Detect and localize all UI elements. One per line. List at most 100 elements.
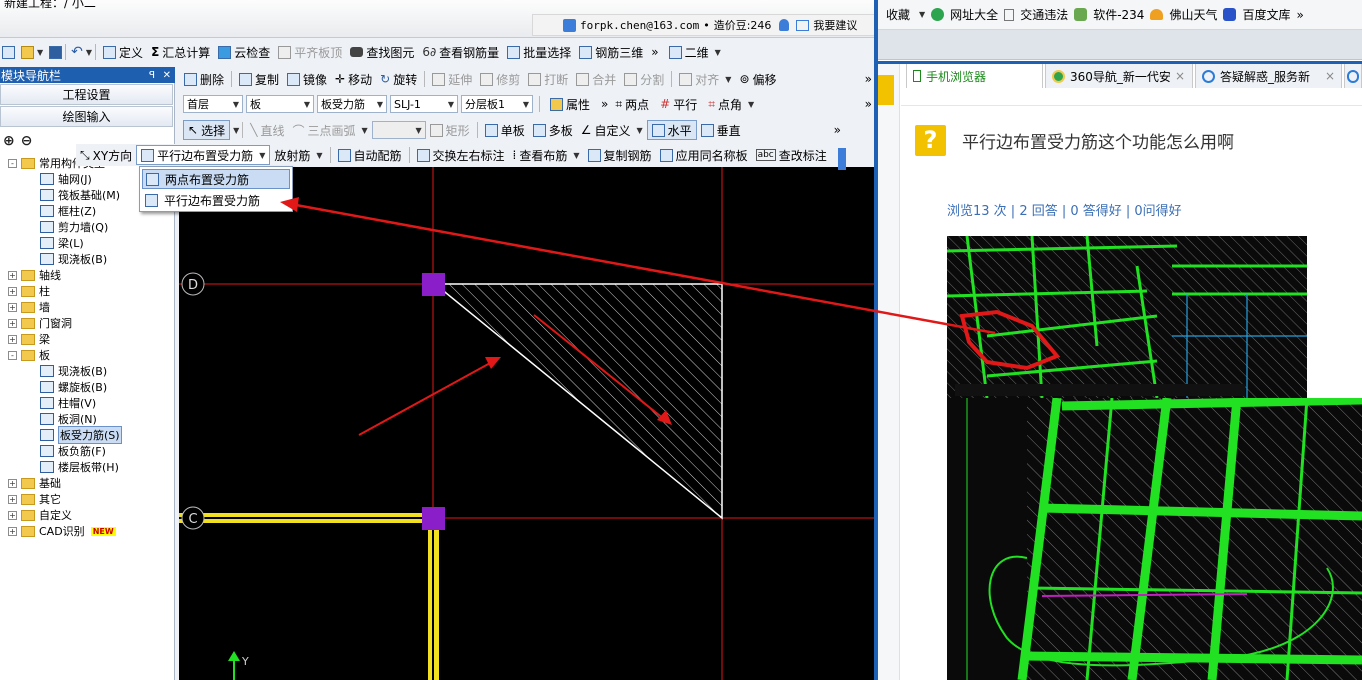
expand-icon[interactable]: + bbox=[8, 318, 17, 328]
new-file-icon[interactable] bbox=[2, 45, 15, 59]
tree-folder[interactable]: -板 bbox=[8, 347, 50, 363]
align-button[interactable]: 对齐 ▼ bbox=[675, 69, 735, 89]
arc-option-select[interactable]: ▼ bbox=[371, 121, 426, 139]
copy-rebar-button[interactable]: 复制钢筋 bbox=[584, 145, 656, 165]
single-slab-button[interactable]: 单板 bbox=[481, 120, 529, 140]
horizontal-button[interactable]: 水平 bbox=[646, 120, 697, 140]
question-stats[interactable]: 浏览13 次 | 2 回答 | 0 答得好 | 0问得好 bbox=[947, 200, 1182, 219]
tree-folder[interactable]: + 其它 bbox=[8, 491, 61, 507]
offset-button[interactable]: ⊚ 偏移 bbox=[735, 69, 780, 89]
tree-item[interactable]: 现浇板(B) bbox=[40, 251, 107, 267]
type-select[interactable]: 板受力筋 ▼ bbox=[317, 95, 387, 113]
line-button[interactable]: ╲ 直线 bbox=[246, 120, 288, 140]
collapse-icon[interactable]: - bbox=[8, 350, 17, 360]
view-mode-select[interactable]: 二维 ▼ bbox=[665, 42, 725, 62]
hatched-slab-region[interactable] bbox=[432, 283, 723, 520]
tab-partial[interactable] bbox=[1344, 63, 1362, 88]
expand-icon[interactable]: + bbox=[8, 270, 17, 280]
delete-button[interactable]: 删除 bbox=[180, 69, 228, 89]
swap-label-button[interactable]: 交换左右标注 bbox=[413, 145, 509, 165]
close-icon[interactable]: ✕ bbox=[163, 70, 171, 81]
tree-item[interactable]: 螺旋板(B) bbox=[40, 379, 107, 395]
favorites-caret-icon[interactable]: ▼ bbox=[919, 10, 925, 19]
view-rebar-layout-button[interactable]: ⁞ 查看布筋 ▼ bbox=[509, 145, 584, 165]
canvas-scrollbar-stub[interactable] bbox=[838, 148, 846, 170]
bookmark-5[interactable]: 百度文库 bbox=[1242, 6, 1290, 23]
bookmark-3[interactable]: 软件-234 bbox=[1093, 6, 1144, 23]
auto-rebar-button[interactable]: 自动配筋 bbox=[334, 145, 406, 165]
parallel-button[interactable]: # 平行 bbox=[656, 94, 701, 114]
rect-button[interactable]: 矩形 bbox=[426, 120, 474, 140]
modify-label-button[interactable]: abc 查改标注 bbox=[752, 145, 831, 165]
collapse-all-icon[interactable]: ⊖ bbox=[21, 133, 33, 149]
layer-select[interactable]: SLJ-1 ▼ bbox=[390, 95, 458, 113]
expand-icon[interactable]: + bbox=[8, 478, 17, 488]
sublayer-select[interactable]: 分层板1 ▼ bbox=[461, 95, 533, 113]
more-chevron-icon[interactable]: » bbox=[1296, 8, 1303, 22]
more-chevron-icon[interactable]: » bbox=[651, 45, 658, 59]
tree-item[interactable]: 板受力筋(S) bbox=[40, 426, 122, 444]
tree-item[interactable]: 现浇板(B) bbox=[40, 363, 107, 379]
tree-folder[interactable]: + 墙 bbox=[8, 299, 50, 315]
tree-folder[interactable]: + 柱 bbox=[8, 283, 50, 299]
tree-item[interactable]: 梁(L) bbox=[40, 235, 84, 251]
undo-icon[interactable]: ↶ bbox=[71, 44, 83, 60]
more-chevron-icon[interactable]: » bbox=[865, 97, 872, 111]
custom-button[interactable]: ∠ 自定义 ▼ bbox=[577, 120, 647, 140]
category-select[interactable]: 板 ▼ bbox=[246, 95, 314, 113]
rebar-3d-button[interactable]: 钢筋三维 bbox=[575, 42, 647, 62]
tab-answers[interactable]: 答疑解惑_服务新 × bbox=[1195, 63, 1342, 88]
cloud-check-button[interactable]: 云检查 bbox=[214, 42, 274, 62]
expand-icon[interactable]: + bbox=[8, 494, 17, 504]
vertical-button[interactable]: 垂直 bbox=[697, 120, 745, 140]
undo-caret-icon[interactable]: ▼ bbox=[86, 48, 92, 57]
view-rebar-qty-button[interactable]: 6∂ 查看钢筋量 bbox=[418, 42, 503, 62]
bookmark-4[interactable]: 佛山天气 bbox=[1169, 6, 1217, 23]
suggest-link[interactable]: 我要建议 bbox=[813, 17, 857, 33]
find-element-button[interactable]: 查找图元 bbox=[346, 42, 418, 62]
arc-button[interactable]: ⌒ 三点画弧 ▼ bbox=[288, 120, 371, 140]
open-caret-icon[interactable]: ▼ bbox=[37, 48, 43, 57]
copy-button[interactable]: 复制 bbox=[235, 69, 283, 89]
tree-item[interactable]: 板洞(N) bbox=[40, 411, 97, 427]
more-chevron-icon[interactable]: » bbox=[601, 97, 608, 111]
point-angle-button[interactable]: ⌗ 点角 ▼ bbox=[704, 94, 758, 114]
bookmark-2[interactable]: 交通违法 bbox=[1020, 6, 1068, 23]
tree-item[interactable]: 框柱(Z) bbox=[40, 203, 96, 219]
screenshot-image-top[interactable] bbox=[947, 236, 1307, 398]
menu-item-parallel-edge-rebar[interactable]: 平行边布置受力筋 bbox=[142, 190, 290, 210]
two-point-button[interactable]: ⌗ 两点 bbox=[611, 94, 653, 114]
menu-item-two-point-rebar[interactable]: 两点布置受力筋 bbox=[142, 169, 290, 189]
trim-button[interactable]: 修剪 bbox=[476, 69, 524, 89]
expand-icon[interactable]: + bbox=[8, 510, 17, 520]
bell-icon[interactable] bbox=[779, 19, 790, 31]
properties-button[interactable]: 属性 bbox=[546, 94, 594, 114]
bookmark-1[interactable]: 网址大全 bbox=[950, 6, 998, 23]
tree-item[interactable]: 筏板基础(M) bbox=[40, 187, 120, 203]
tab-360-nav[interactable]: 360导航_新一代安 × bbox=[1045, 63, 1193, 88]
apply-same-name-button[interactable]: 应用同名称板 bbox=[656, 145, 752, 165]
drawing-input-button[interactable]: 绘图输入 bbox=[0, 106, 173, 127]
collapse-icon[interactable]: - bbox=[8, 158, 17, 168]
more-chevron-icon[interactable]: » bbox=[865, 72, 872, 86]
save-icon[interactable] bbox=[49, 45, 63, 59]
split-button[interactable]: 分割 bbox=[620, 69, 668, 89]
tree-item[interactable]: 楼层板带(H) bbox=[40, 459, 119, 475]
more-chevron-icon[interactable]: » bbox=[834, 123, 841, 137]
tree-item[interactable]: 轴网(J) bbox=[40, 171, 92, 187]
mirror-button[interactable]: 镜像 bbox=[283, 69, 331, 89]
chat-icon[interactable] bbox=[796, 19, 810, 31]
side-bar-tab[interactable] bbox=[878, 75, 894, 105]
expand-icon[interactable]: + bbox=[8, 334, 17, 344]
radial-rebar-button[interactable]: 放射筋 ▼ bbox=[270, 145, 326, 165]
tree-folder[interactable]: + CAD识别 NEW bbox=[8, 523, 116, 539]
tree-folder[interactable]: + 基础 bbox=[8, 475, 61, 491]
xy-direction-button[interactable]: ⤡ XY方向 bbox=[76, 145, 136, 165]
open-folder-icon[interactable] bbox=[21, 45, 34, 59]
extend-button[interactable]: 延伸 bbox=[428, 69, 476, 89]
tree-item[interactable]: 剪力墙(Q) bbox=[40, 219, 108, 235]
tree-folder[interactable]: + 自定义 bbox=[8, 507, 72, 523]
expand-all-icon[interactable]: ⊕ bbox=[3, 133, 15, 149]
tab-mobile-browser[interactable]: 手机浏览器 bbox=[906, 63, 1043, 88]
tree-folder[interactable]: + 轴线 bbox=[8, 267, 61, 283]
